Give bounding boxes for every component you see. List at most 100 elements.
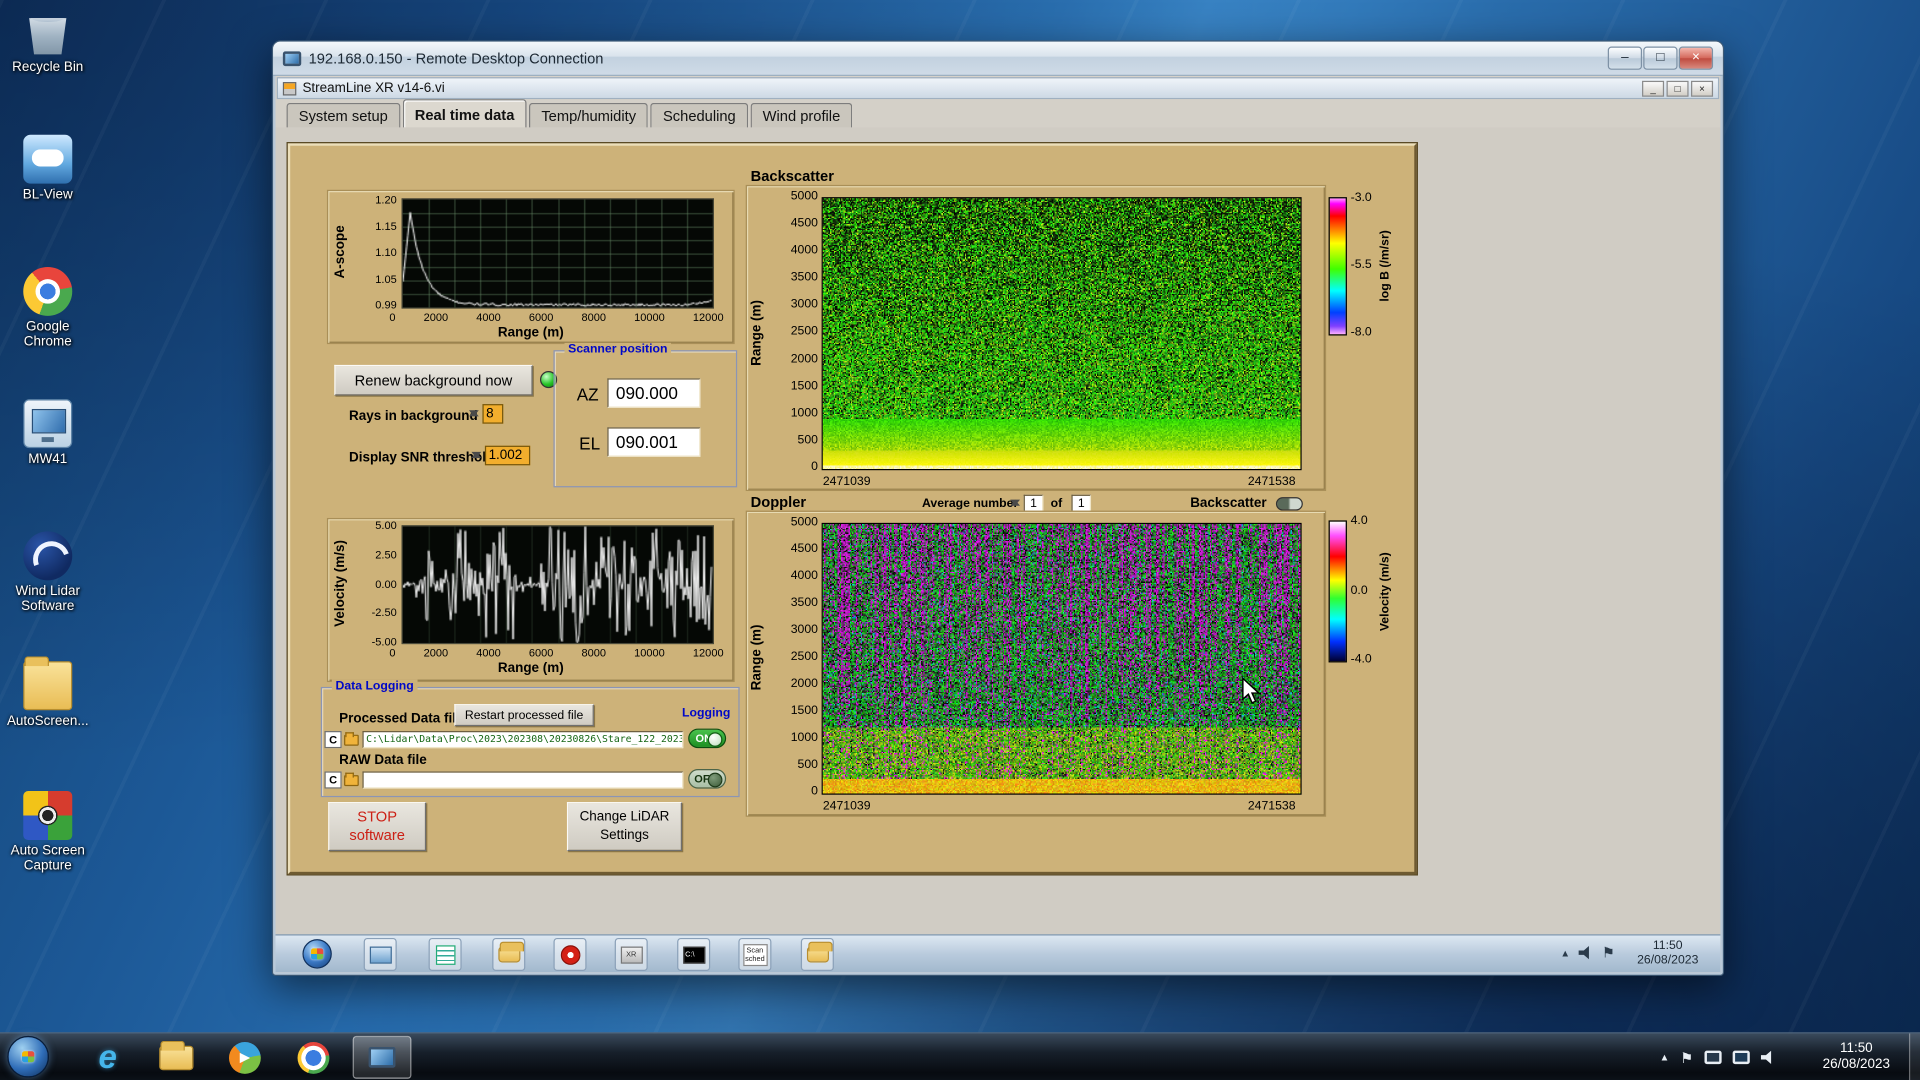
tab-wind-profile[interactable]: Wind profile bbox=[750, 103, 852, 130]
raw-logging-toggle[interactable]: OFF bbox=[688, 769, 726, 789]
raw-browse-icon[interactable] bbox=[344, 775, 359, 786]
tray-action-center-icon[interactable]: ⚑ bbox=[1680, 1049, 1693, 1066]
taskbar-clock[interactable]: 11:50 26/08/2023 bbox=[1807, 1041, 1905, 1073]
remote-taskbar-scan-sched-app[interactable]: Scan sched bbox=[738, 938, 771, 971]
rdp-minimize-button[interactable]: – bbox=[1608, 47, 1642, 70]
az-value-field[interactable]: 090.000 bbox=[607, 378, 700, 407]
remote-taskbar-grid-app[interactable] bbox=[429, 938, 462, 971]
processed-logging-toggle[interactable]: ON bbox=[688, 729, 726, 749]
folder-image-icon bbox=[498, 947, 520, 963]
start-button[interactable] bbox=[7, 1036, 49, 1078]
taskbar-media-player[interactable]: ▶ bbox=[216, 1036, 275, 1079]
tray-network-icon[interactable] bbox=[1733, 1051, 1750, 1064]
stop-software-button[interactable]: STOP software bbox=[328, 802, 426, 851]
scanner-position-group: Scanner position AZ 090.000 EL 090.001 bbox=[553, 350, 737, 487]
average-number-field[interactable]: 1 bbox=[1024, 495, 1044, 512]
average-number-label: Average number bbox=[922, 497, 1018, 510]
app-close-button[interactable]: × bbox=[1691, 80, 1713, 96]
desktop: Recycle Bin BL-View Google Chrome MW41 W… bbox=[0, 0, 1920, 1080]
remote-volume-icon[interactable] bbox=[1579, 945, 1594, 960]
tick-label: 1500 bbox=[791, 380, 818, 392]
desktop-icon-google-chrome[interactable]: Google Chrome bbox=[2, 267, 93, 349]
rdp-titlebar[interactable]: 192.168.0.150 - Remote Desktop Connectio… bbox=[273, 42, 1723, 76]
tab-temp-humidity[interactable]: Temp/humidity bbox=[529, 103, 648, 130]
renew-background-button[interactable]: Renew background now bbox=[334, 365, 532, 396]
tick-label: 4000 bbox=[476, 647, 501, 659]
tick-label: 500 bbox=[798, 759, 818, 771]
tick-label: 1.20 bbox=[375, 193, 396, 205]
remote-taskbar-console-app[interactable]: C:\ bbox=[677, 938, 710, 971]
tick-label: 1000 bbox=[791, 732, 818, 744]
tick-label: 0.99 bbox=[375, 299, 396, 311]
rays-value-field[interactable]: 8 bbox=[482, 404, 503, 424]
rdp-maximize-button[interactable]: □ bbox=[1643, 47, 1677, 70]
taskbar-file-explorer[interactable] bbox=[147, 1036, 206, 1079]
taskbar-remote-desktop-active[interactable] bbox=[353, 1036, 412, 1079]
tick-label: 12000 bbox=[693, 647, 724, 659]
processed-path-field[interactable]: C:\Lidar\Data\Proc\2023\202308\20230826\… bbox=[362, 731, 683, 748]
remote-taskbar: XR C:\ Scan sched ▲ ⚑ 11:50 bbox=[276, 934, 1721, 972]
raw-drive-selector[interactable]: C bbox=[324, 771, 341, 788]
backscatter-graph: Range (m) 500045004000350030002500200015… bbox=[746, 185, 1326, 491]
backscatter-plot-area[interactable] bbox=[822, 197, 1302, 470]
average-count-field[interactable]: 1 bbox=[1071, 495, 1091, 512]
tick-label: 10000 bbox=[634, 311, 665, 323]
change-lidar-settings-button[interactable]: Change LiDAR Settings bbox=[567, 802, 682, 851]
tab-scheduling[interactable]: Scheduling bbox=[651, 103, 748, 130]
tray-show-hidden-icon[interactable]: ▲ bbox=[1660, 1052, 1670, 1063]
remote-clock[interactable]: 11:50 26/08/2023 bbox=[1620, 939, 1716, 968]
remote-start-button[interactable] bbox=[302, 939, 331, 968]
tick-label: 4000 bbox=[791, 571, 818, 583]
remote-taskbar-power-app[interactable] bbox=[553, 938, 586, 971]
desktop-icon-auto-screen-capture[interactable]: Auto Screen Capture bbox=[2, 791, 93, 873]
tick-label: 4000 bbox=[476, 311, 501, 323]
desktop-icon-recycle-bin[interactable]: Recycle Bin bbox=[2, 7, 93, 74]
tray-display-icon[interactable] bbox=[1704, 1051, 1721, 1064]
remote-taskbar-window-app[interactable] bbox=[364, 938, 397, 971]
folder-icon bbox=[806, 947, 828, 963]
remote-taskbar-xr-app[interactable]: XR bbox=[615, 938, 648, 971]
remote-action-center-icon[interactable]: ⚑ bbox=[1602, 944, 1615, 961]
raw-path-field[interactable] bbox=[362, 771, 683, 788]
ascope-graph: A-scope 1.201.151.101.050.99 02000400060… bbox=[327, 190, 735, 344]
remote-clock-date: 26/08/2023 bbox=[1620, 954, 1716, 969]
app-titlebar[interactable]: StreamLine XR v14-6.vi _ □ × bbox=[277, 77, 1719, 99]
tick-label: 2000 bbox=[424, 311, 449, 323]
restart-processed-file-button[interactable]: Restart processed file bbox=[454, 704, 594, 726]
snr-spinner[interactable] bbox=[471, 446, 482, 464]
backscatter-heading: Backscatter bbox=[751, 168, 834, 185]
processed-browse-icon[interactable] bbox=[344, 735, 359, 746]
remote-taskbar-folder2-app[interactable] bbox=[801, 938, 834, 971]
desktop-icon-mw41[interactable]: MW41 bbox=[2, 399, 93, 466]
app-restore-button[interactable]: □ bbox=[1667, 80, 1689, 96]
rays-spinner[interactable] bbox=[469, 404, 480, 422]
tab-system-setup[interactable]: System setup bbox=[287, 103, 401, 130]
show-desktop-button[interactable] bbox=[1909, 1033, 1920, 1080]
remote-taskbar-folder-app[interactable] bbox=[492, 938, 525, 971]
desktop-icon-autoscreen[interactable]: AutoScreen... bbox=[2, 661, 93, 728]
tick-label: 6000 bbox=[529, 311, 554, 323]
tick-label: 4.0 bbox=[1351, 516, 1372, 528]
rdp-close-button[interactable]: × bbox=[1679, 47, 1713, 70]
taskbar-internet-explorer[interactable]: e bbox=[78, 1036, 137, 1079]
doppler-ylabel: Range (m) bbox=[749, 625, 764, 691]
doppler-plot-area[interactable] bbox=[822, 523, 1302, 795]
el-value-field[interactable]: 090.001 bbox=[607, 427, 700, 456]
average-number-spinner[interactable] bbox=[1010, 493, 1021, 511]
taskbar-chrome[interactable] bbox=[284, 1036, 343, 1079]
tray-volume-icon[interactable] bbox=[1761, 1050, 1776, 1065]
app-minimize-button[interactable]: _ bbox=[1642, 80, 1664, 96]
backscatter-toggle[interactable] bbox=[1276, 497, 1303, 510]
remote-tray-caret-icon[interactable]: ▲ bbox=[1560, 947, 1570, 958]
snr-value-field[interactable]: 1.002 bbox=[485, 446, 530, 466]
desktop-icon-bl-view[interactable]: BL-View bbox=[2, 135, 93, 202]
tab-content-area: A-scope 1.201.151.101.050.99 02000400060… bbox=[276, 127, 1721, 934]
desktop-icon-wind-lidar[interactable]: Wind Lidar Software bbox=[2, 531, 93, 613]
backscatter-colorbar-label: log B (/m/sr) bbox=[1379, 231, 1392, 302]
wind-lidar-icon bbox=[23, 531, 72, 580]
tick-label: 0.0 bbox=[1351, 585, 1372, 597]
processed-drive-selector[interactable]: C bbox=[324, 731, 341, 748]
mw41-icon bbox=[23, 399, 72, 448]
tab-real-time-data[interactable]: Real time data bbox=[402, 99, 526, 128]
labview-app-icon bbox=[283, 81, 296, 94]
